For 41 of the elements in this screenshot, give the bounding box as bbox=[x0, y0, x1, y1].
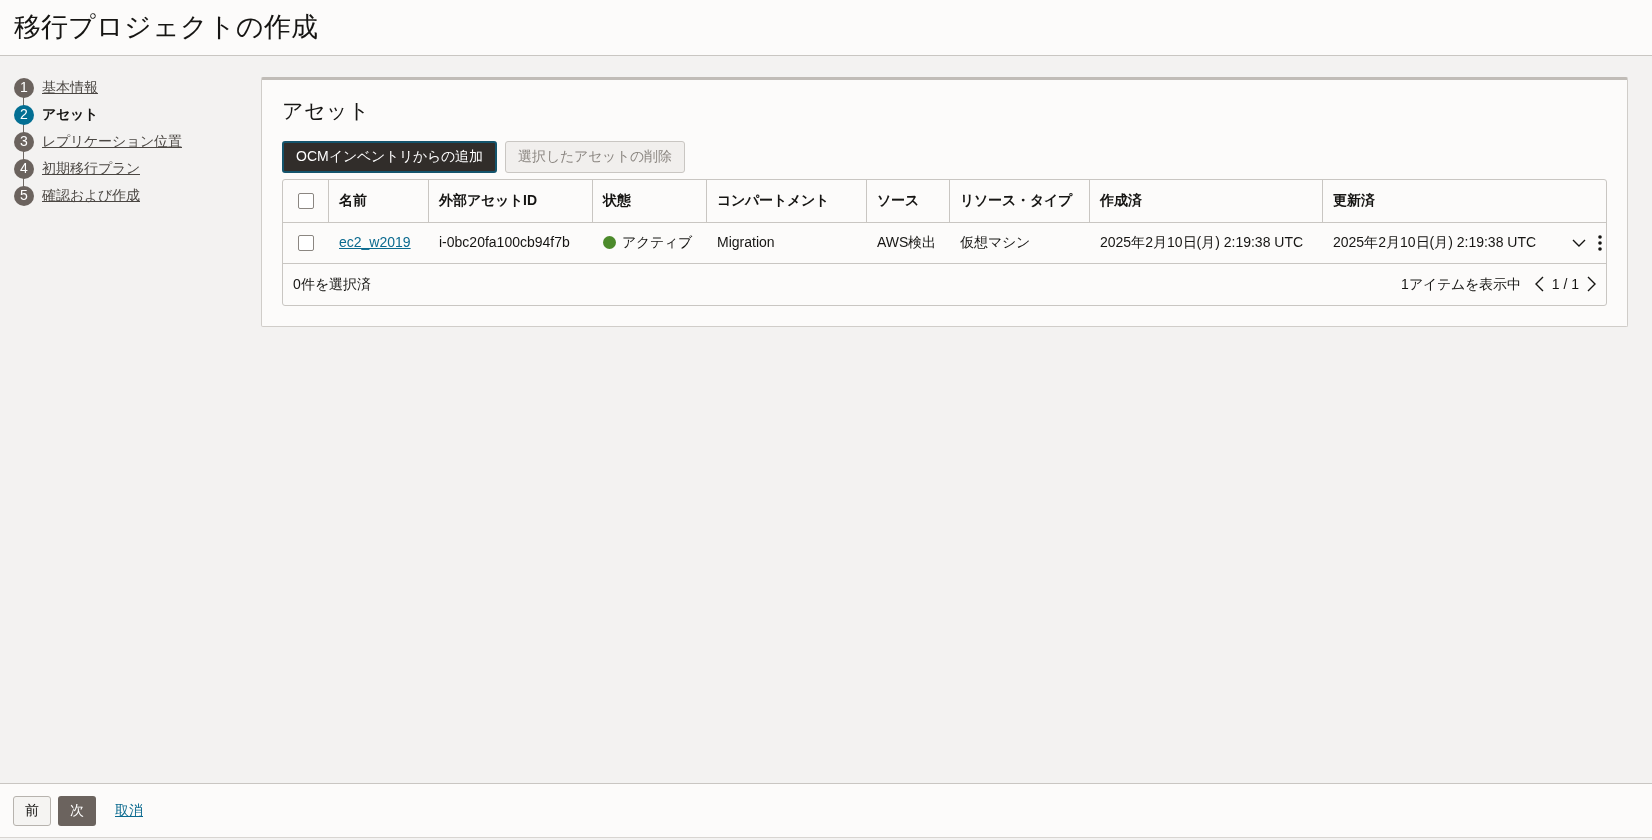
asset-link[interactable]: ec2_w2019 bbox=[339, 232, 411, 253]
step-number: 3 bbox=[14, 131, 34, 152]
item-count: 1アイテムを表示中 bbox=[1400, 274, 1521, 294]
column-header: 状態 bbox=[603, 191, 631, 210]
table-cell-text: i-0bc20fa100cb94f7b bbox=[439, 233, 570, 252]
step-number: 2 bbox=[14, 104, 34, 125]
column-header: コンパートメント bbox=[717, 191, 829, 210]
selection-count: 0件を選択済 bbox=[293, 274, 372, 294]
column-header: 外部アセットID bbox=[439, 191, 537, 210]
column-header: 更新済 bbox=[1333, 191, 1375, 210]
checkbox[interactable] bbox=[297, 192, 314, 209]
table-cell-text: Migration bbox=[717, 233, 775, 252]
column-header: 名前 bbox=[339, 191, 367, 210]
next-button[interactable]: 次 bbox=[58, 795, 96, 826]
chevron-down-icon[interactable] bbox=[1572, 238, 1586, 247]
back-button[interactable]: 前 bbox=[13, 795, 51, 826]
step-number: 4 bbox=[14, 158, 34, 179]
table-cell-text: 仮想マシン bbox=[960, 233, 1030, 252]
status-text: アクティブ bbox=[622, 233, 692, 252]
cancel-link[interactable]: 取消 bbox=[115, 800, 143, 821]
table-cell-text: AWS検出 bbox=[877, 233, 937, 252]
step-link[interactable]: 基本情報 bbox=[42, 77, 98, 98]
column-header: 作成済 bbox=[1100, 191, 1142, 210]
checkbox[interactable] bbox=[298, 234, 314, 251]
table-cell-text: 2025年2月10日(月) 2:19:38 UTC bbox=[1333, 233, 1537, 252]
step-link[interactable]: アセット bbox=[42, 104, 98, 125]
page-title: 移行プロジェクトの作成 bbox=[14, 10, 318, 45]
add-button[interactable]: OCMインベントリからの追加 bbox=[282, 140, 497, 173]
page-indicator: 1 / 1 bbox=[1551, 274, 1579, 294]
step-number: 1 bbox=[14, 77, 34, 98]
step-number: 5 bbox=[14, 185, 34, 206]
step-link[interactable]: レプリケーション位置 bbox=[42, 131, 182, 152]
previous-page-icon[interactable] bbox=[1534, 276, 1544, 292]
column-header: ソース bbox=[877, 191, 919, 210]
panel-title: アセット bbox=[282, 98, 371, 125]
column-header: リソース・タイプ bbox=[960, 191, 1072, 210]
step-link[interactable]: 確認および作成 bbox=[42, 185, 140, 206]
step-link[interactable]: 初期移行プラン bbox=[42, 158, 140, 179]
next-page-icon[interactable] bbox=[1587, 276, 1596, 292]
more-icon[interactable] bbox=[1598, 234, 1602, 251]
table-cell-text: 2025年2月10日(月) 2:19:38 UTC bbox=[1100, 233, 1304, 252]
